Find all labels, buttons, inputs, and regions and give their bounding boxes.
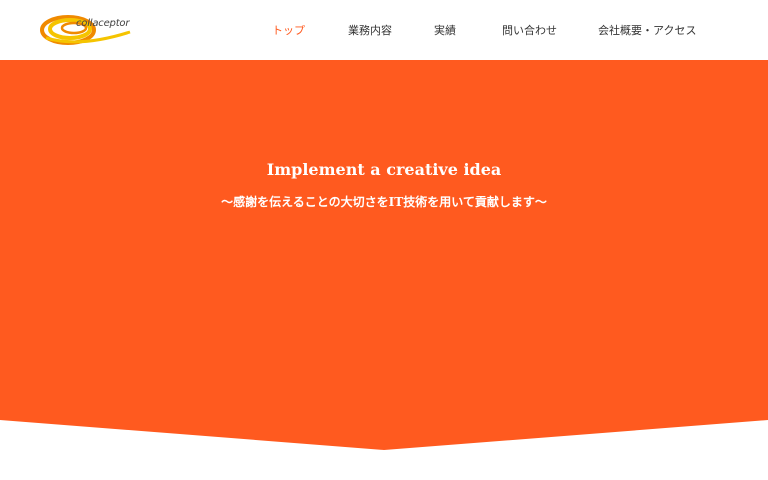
nav-item-contact[interactable]: 問い合わせ: [502, 22, 557, 38]
hero-subtitle: 〜感謝を伝えることの大切さをIT技術を用いて貢献します〜: [221, 195, 547, 209]
nav-item-company-access[interactable]: 会社概要・アクセス: [598, 22, 696, 38]
hero-section: [0, 60, 768, 450]
nav-item-top[interactable]: トップ: [272, 22, 305, 38]
main-nav: トップ 業務内容 実績 問い合わせ 会社概要・アクセス: [0, 0, 768, 60]
hero-background: [0, 60, 768, 450]
nav-item-achievements[interactable]: 実績: [434, 22, 456, 38]
hero-title: Implement a creative idea: [266, 160, 502, 179]
site-header: collaceptor トップ 業務内容 実績 問い合わせ 会社概要・アクセス: [0, 0, 768, 60]
nav-item-services[interactable]: 業務内容: [348, 22, 392, 38]
